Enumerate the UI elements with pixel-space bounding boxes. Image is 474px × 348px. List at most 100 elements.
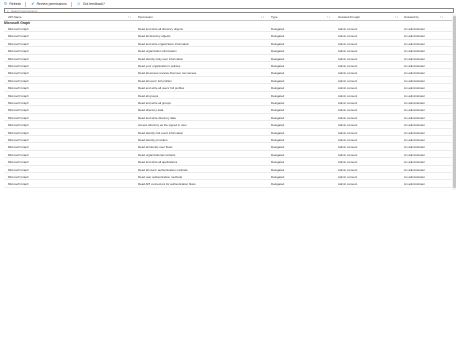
table-row[interactable]: Microsoft Graph Read organization informa… <box>4 48 452 55</box>
row-granted-through: Admin consent <box>338 78 358 83</box>
row-permission: Read and write all applications <box>138 160 178 165</box>
row-type: Delegated <box>271 56 285 61</box>
table-row[interactable]: Microsoft Graph Access directory as the s… <box>4 122 452 129</box>
group-header[interactable]: Microsoft Graph <box>4 21 30 25</box>
row-api-name: Microsoft Graph <box>8 108 29 113</box>
table-row[interactable]: Microsoft Graph Read and write all users'… <box>4 85 452 92</box>
row-api-name: Microsoft Graph <box>8 123 29 128</box>
row-type: Delegated <box>271 138 285 142</box>
row-granted-by: An administrator <box>404 123 426 128</box>
row-api-name: Microsoft Graph <box>8 175 29 179</box>
table-row[interactable]: Microsoft Graph Read and write directory … <box>4 115 452 122</box>
refresh-icon: ↻ <box>4 1 8 6</box>
scrollbar-thumb[interactable] <box>452 16 456 188</box>
row-granted-through: Admin consent <box>338 108 358 113</box>
table-row[interactable]: Microsoft Graph Read all access reviews t… <box>4 70 452 77</box>
table-row[interactable]: Microsoft Graph Read user authentication … <box>4 174 452 181</box>
row-api-name: Microsoft Graph <box>8 145 29 150</box>
review-permissions-button[interactable]: ✔ Review permissions <box>31 2 67 7</box>
row-permission: Access directory as the signed in user <box>138 123 187 128</box>
sort-icon[interactable]: ↑↓ <box>395 15 398 20</box>
search-box[interactable]: ⌕ <box>4 8 454 13</box>
row-granted-through: Admin consent <box>338 123 358 128</box>
row-granted-through: Admin consent <box>338 71 358 76</box>
row-permission: Read all users' full profiles <box>138 78 172 83</box>
sort-icon[interactable]: ↑↓ <box>128 15 131 20</box>
row-type: Delegated <box>271 108 285 113</box>
sort-icon[interactable]: ↑↓ <box>327 15 330 20</box>
feedback-button[interactable]: ☺ Got feedback? <box>77 2 105 7</box>
table-row[interactable]: Microsoft Graph Read all groups Delegated A… <box>4 93 452 99</box>
row-api-name: Microsoft Graph <box>8 71 29 76</box>
row-api-name: Microsoft Graph <box>8 182 29 187</box>
table-row[interactable]: Microsoft Graph Read API connectors for a… <box>4 181 452 188</box>
column-header-permission[interactable]: Permission <box>138 15 153 20</box>
row-api-name: Microsoft Graph <box>8 160 29 165</box>
table-row[interactable]: Microsoft Graph Read your organization's … <box>4 63 452 70</box>
row-granted-by: An administrator <box>404 108 426 113</box>
row-granted-through: Admin consent <box>338 145 358 150</box>
row-type: Delegated <box>271 175 285 179</box>
row-granted-by: An administrator <box>404 78 426 83</box>
row-granted-by: An administrator <box>404 115 426 120</box>
row-api-name: Microsoft Graph <box>8 41 29 46</box>
row-type: Delegated <box>271 123 285 128</box>
row-type: Delegated <box>271 130 285 135</box>
row-granted-through: Admin consent <box>338 115 358 120</box>
row-type: Delegated <box>271 34 285 39</box>
row-permission: Read and write directory data <box>138 115 176 120</box>
column-header-granted-through[interactable]: Granted through <box>338 15 360 20</box>
row-granted-by: An administrator <box>404 56 426 61</box>
table-row[interactable]: Microsoft Graph Read identity risk event … <box>4 130 452 136</box>
row-type: Delegated <box>271 64 285 68</box>
row-granted-by: An administrator <box>404 138 426 142</box>
table-row[interactable]: Microsoft Graph Read identity risky user … <box>4 56 452 62</box>
row-api-name: Microsoft Graph <box>8 115 29 120</box>
column-header-granted-by[interactable]: Granted by <box>404 15 419 20</box>
search-icon: ⌕ <box>7 8 9 13</box>
row-permission: Read all access reviews that user can ac… <box>138 71 197 76</box>
table-row[interactable]: Microsoft Graph Read all users' authentic… <box>4 167 452 173</box>
row-api-name: Microsoft Graph <box>8 49 29 54</box>
table-row[interactable]: Microsoft Graph Read and write all groups… <box>4 100 452 107</box>
column-header-api-name[interactable]: API Name <box>8 15 22 20</box>
row-granted-through: Admin consent <box>338 64 358 68</box>
table-row[interactable]: Microsoft Graph Read all identity user fl… <box>4 144 452 151</box>
table-row[interactable]: Microsoft Graph Read organizational conta… <box>4 152 452 159</box>
row-type: Delegated <box>271 182 285 187</box>
row-type: Delegated <box>271 115 285 120</box>
row-permission: Read organization information <box>138 49 177 54</box>
row-granted-by: An administrator <box>404 41 426 46</box>
row-type: Delegated <box>271 71 285 76</box>
table-row[interactable]: Microsoft Graph Read identity providers De… <box>4 137 452 144</box>
refresh-button[interactable]: ↻ Refresh <box>4 1 21 7</box>
table-row[interactable]: Microsoft Graph Read directory data Delega… <box>4 107 452 114</box>
table-row[interactable]: Microsoft Graph Read all directory object… <box>4 33 452 40</box>
search-input[interactable] <box>10 8 411 13</box>
table-row[interactable]: Microsoft Graph Read and write all applic… <box>4 159 452 166</box>
sort-icon[interactable]: ↑↓ <box>261 15 264 20</box>
row-granted-by: An administrator <box>404 101 426 105</box>
row-granted-through: Admin consent <box>338 86 358 91</box>
row-granted-through: Admin consent <box>338 130 358 135</box>
row-permission: Read all directory objects <box>138 34 171 39</box>
row-type: Delegated <box>271 41 285 46</box>
table-row[interactable]: Microsoft Graph Read and write organizati… <box>4 41 452 48</box>
row-granted-by: An administrator <box>404 152 426 157</box>
row-permission: Read directory data <box>138 108 164 113</box>
table-row[interactable]: Microsoft Graph Read all users' full prof… <box>4 78 452 85</box>
row-granted-through: Admin consent <box>338 138 358 142</box>
row-type: Delegated <box>271 27 285 31</box>
row-type: Delegated <box>271 86 285 91</box>
row-permission: Read all groups <box>138 93 159 98</box>
row-granted-by: An administrator <box>404 175 426 179</box>
row-granted-by: An administrator <box>404 71 426 76</box>
row-api-name: Microsoft Graph <box>8 64 29 68</box>
column-header-type[interactable]: Type <box>271 15 278 20</box>
sort-icon[interactable]: ↑↓ <box>440 15 443 20</box>
toolbar-divider <box>70 1 72 7</box>
row-api-name: Microsoft Graph <box>8 56 29 61</box>
table-row[interactable]: Microsoft Graph Read and write all direct… <box>4 26 452 33</box>
row-api-name: Microsoft Graph <box>8 34 29 39</box>
row-permission: Read identity risky user information <box>138 56 184 61</box>
